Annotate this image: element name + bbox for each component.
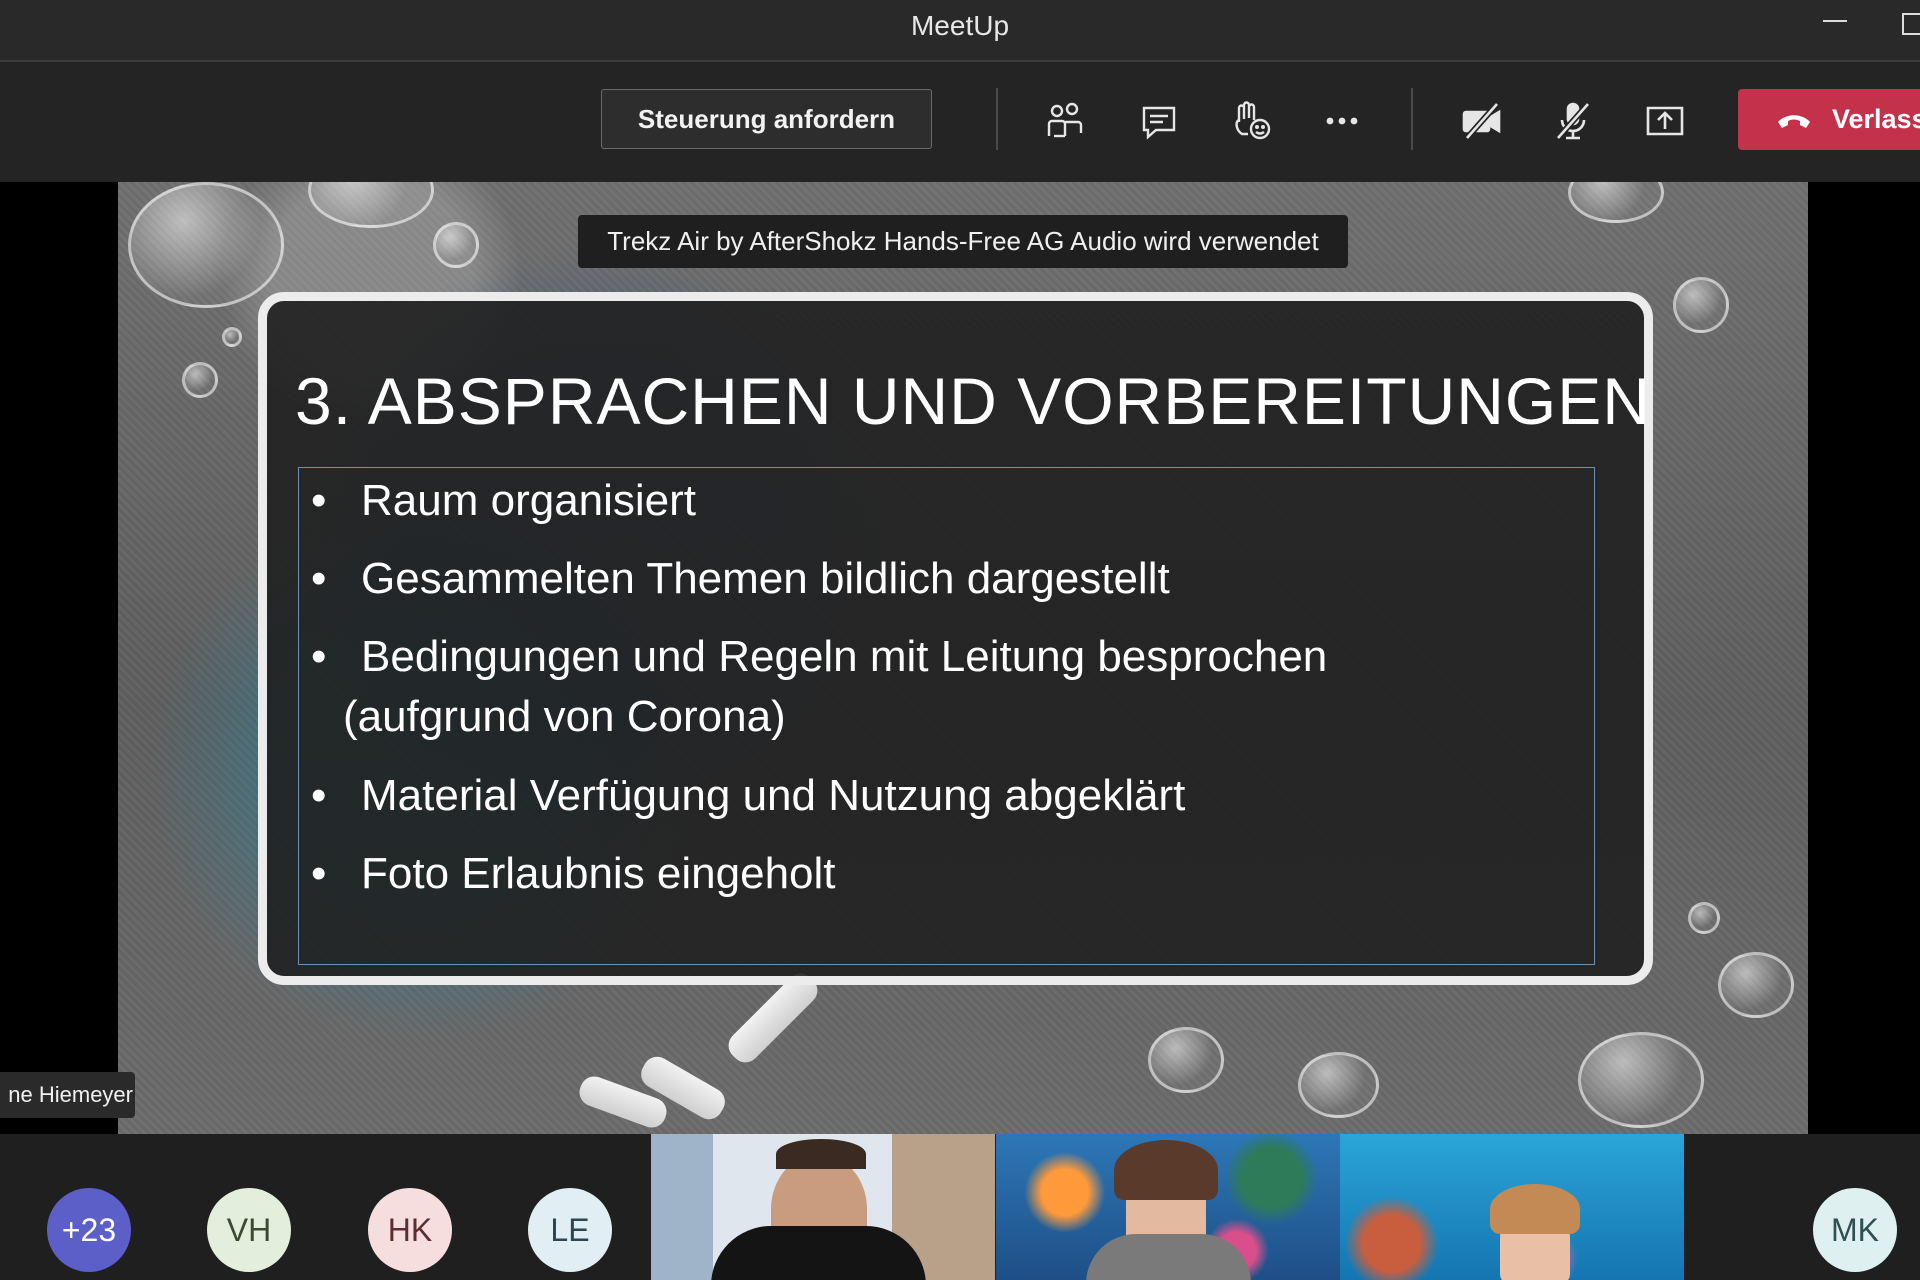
people-icon[interactable] — [1042, 98, 1088, 144]
bubble-decoration — [1578, 1032, 1704, 1128]
bubble-decoration — [308, 182, 434, 228]
toolbar-divider — [996, 88, 998, 150]
bubble-decoration — [1568, 182, 1664, 223]
mic-off-icon[interactable] — [1550, 98, 1596, 144]
minimize-icon[interactable] — [1823, 20, 1847, 22]
slide-title: 3. ABSPRACHEN UND VORBEREITUNGEN — [295, 364, 1651, 438]
more-icon[interactable] — [1319, 98, 1365, 144]
device-banner: Trekz Air by AfterShokz Hands-Free AG Au… — [578, 215, 1348, 268]
request-control-button[interactable]: Steuerung anfordern — [601, 89, 932, 149]
title-bar: MeetUp — [0, 0, 1920, 62]
bullet-item: • Material Verfügung und Nutzung abgeklär… — [311, 771, 1186, 820]
hang-up-icon — [1778, 114, 1810, 128]
share-icon[interactable] — [1642, 98, 1688, 144]
bullet-item: • Raum organisiert — [311, 476, 697, 525]
bubble-decoration — [433, 222, 479, 268]
avatar[interactable]: VH — [207, 1188, 291, 1272]
leave-label: Verlass — [1832, 104, 1920, 134]
toolbar-divider — [1411, 88, 1413, 150]
slide-content-box: 3. ABSPRACHEN UND VORBEREITUNGEN • Raum o… — [258, 292, 1653, 985]
participant-hair — [776, 1139, 866, 1169]
maximize-icon[interactable] — [1902, 13, 1920, 35]
more-participants-avatar[interactable]: +23 — [47, 1188, 131, 1272]
bubble-decoration — [1688, 902, 1720, 934]
bullet-item: • Gesammelten Themen bildlich dargestellt — [311, 554, 1170, 603]
bullet-list: • Raum organisiert • Gesammelten Themen bi… — [298, 467, 1595, 965]
avatar[interactable]: MK — [1813, 1188, 1897, 1272]
bullet-item: • Bedingungen und Regeln mit Leitung besp… — [311, 632, 1328, 681]
bubble-decoration — [222, 327, 242, 347]
leave-button[interactable]: Verlass — [1738, 89, 1920, 150]
participant-shirt — [711, 1226, 926, 1280]
participant-video[interactable] — [1340, 1134, 1684, 1280]
bubble-decoration — [1298, 1052, 1379, 1118]
avatar[interactable]: LE — [528, 1188, 612, 1272]
camera-off-icon[interactable] — [1459, 98, 1505, 144]
participant-hair — [1114, 1140, 1218, 1200]
participant-shirt — [1086, 1234, 1251, 1280]
bubble-decoration — [1673, 277, 1729, 333]
participant-video[interactable] — [651, 1134, 995, 1280]
bubble-decoration — [1718, 952, 1794, 1018]
raise-hand-icon[interactable] — [1228, 98, 1274, 144]
bullet-continuation: (aufgrund von Corona) — [343, 692, 786, 741]
bubble-decoration — [128, 182, 284, 308]
meeting-toolbar: Steuerung anfordern Verlass — [0, 62, 1920, 182]
window-title: MeetUp — [910, 10, 1010, 41]
presenter-name-tag: ne Hiemeyer — [0, 1072, 135, 1118]
participant-video[interactable] — [996, 1134, 1340, 1280]
participant-hair — [1490, 1184, 1580, 1234]
shared-screen: 3. ABSPRACHEN UND VORBEREITUNGEN • Raum o… — [0, 182, 1920, 1134]
bubble-decoration — [182, 362, 218, 398]
bullet-item: • Foto Erlaubnis eingeholt — [311, 849, 836, 898]
presentation-slide: 3. ABSPRACHEN UND VORBEREITUNGEN • Raum o… — [118, 182, 1808, 1134]
avatar[interactable]: HK — [368, 1188, 452, 1272]
chat-icon[interactable] — [1136, 98, 1182, 144]
bubble-decoration — [1148, 1027, 1224, 1093]
participant-gallery: +23 VH HK LE MK — [0, 1134, 1920, 1280]
